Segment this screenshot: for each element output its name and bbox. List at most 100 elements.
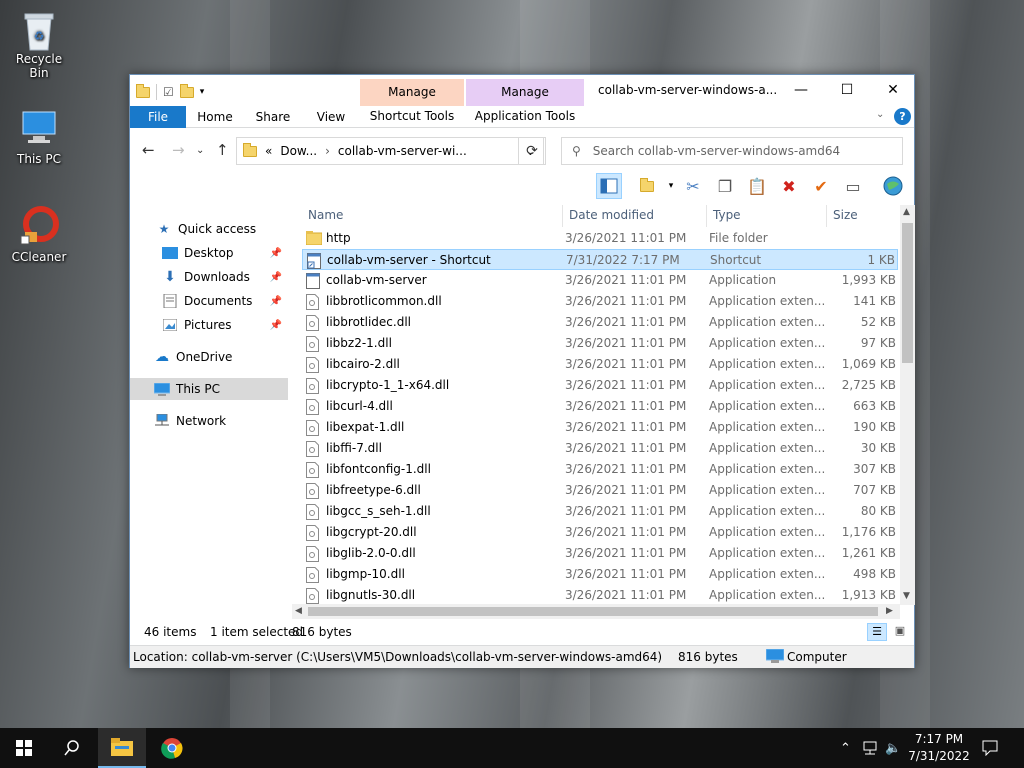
breadcrumb-overflow[interactable]: « [265,144,272,158]
horizontal-scroll-thumb[interactable] [308,607,878,616]
file-row[interactable]: libfontconfig-1.dll 3/26/2021 11:01 PM App… [302,459,898,480]
ccleaner-icon [19,206,59,246]
horizontal-scrollbar[interactable]: ◀ ▶ [292,604,900,619]
delete-icon[interactable]: ✖ [776,173,802,199]
show-hidden-icons[interactable]: ⌃ [840,728,851,768]
file-row[interactable]: libbrotlidec.dll 3/26/2021 11:01 PM Applic… [302,312,898,333]
file-row[interactable]: collab-vm-server - Shortcut 7/31/2022 7:1… [302,249,898,270]
nav-network[interactable]: Network [130,410,288,432]
back-arrow-icon[interactable]: ← [142,141,155,159]
breadcrumb-downloads[interactable]: Dow... [280,144,317,158]
column-header-name[interactable]: Name [308,208,343,222]
file-type: Application exten... [709,441,826,455]
nav-pictures[interactable]: Pictures 📌 [130,314,288,336]
maximize-button[interactable]: ☐ [824,75,870,105]
file-row[interactable]: libglib-2.0-0.dll 3/26/2021 11:01 PM Appli… [302,543,898,564]
file-row[interactable]: libexpat-1.dll 3/26/2021 11:01 PM Applicat… [302,417,898,438]
nav-downloads[interactable]: ⬇ Downloads 📌 [130,266,288,288]
file-row[interactable]: libbz2-1.dll 3/26/2021 11:01 PM Applicatio… [302,333,898,354]
properties-icon[interactable]: ☑ [163,85,174,99]
tab-home[interactable]: Home [192,106,238,128]
nav-onedrive[interactable]: ☁ OneDrive [130,346,288,368]
desktop-icon-recycle-bin[interactable]: ♻ Recycle Bin [8,8,70,80]
file-explorer-icon [111,738,133,756]
file-row[interactable]: http 3/26/2021 11:01 PM File folder [302,228,898,249]
new-item-icon[interactable] [634,173,660,199]
check-icon[interactable]: ✔ [808,173,834,199]
file-row[interactable]: libcurl-4.dll 3/26/2021 11:01 PM Applicati… [302,396,898,417]
file-row[interactable]: collab-vm-server 3/26/2021 11:01 PM Applic… [302,270,898,291]
search-input[interactable]: ⚲ Search collab-vm-server-windows-amd64 [561,137,903,165]
pin-icon[interactable]: 📌 [270,248,282,259]
column-header-date[interactable]: Date modified [569,208,654,222]
nav-label: Pictures [184,318,232,332]
help-icon[interactable]: ? [894,108,911,125]
action-center-button[interactable] [982,728,998,768]
nav-quick-access[interactable]: ★ Quick access [130,218,288,240]
file-row[interactable]: libgcc_s_seh-1.dll 3/26/2021 11:01 PM Appl… [302,501,898,522]
new-folder-icon[interactable] [179,83,194,98]
nav-documents[interactable]: Documents 📌 [130,290,288,312]
large-icons-view-icon[interactable]: ▣ [890,623,910,641]
refresh-button[interactable]: ⟳ [518,137,546,165]
details-view-icon[interactable]: ☰ [867,623,887,641]
scroll-down-icon[interactable]: ▼ [903,591,910,601]
tab-share[interactable]: Share [250,106,296,128]
file-row[interactable]: libbrotlicommon.dll 3/26/2021 11:01 PM App… [302,291,898,312]
paste-icon[interactable]: 📋 [744,173,770,199]
scroll-left-icon[interactable]: ◀ [295,606,302,616]
tab-file[interactable]: File [130,106,186,128]
file-row[interactable]: libcairo-2.dll 3/26/2021 11:01 PM Applicat… [302,354,898,375]
ribbon-expand-icon[interactable]: ⌄ [876,109,884,120]
vertical-scrollbar[interactable]: ▲ ▼ [900,205,915,605]
close-button[interactable]: ✕ [870,75,916,105]
scroll-up-icon[interactable]: ▲ [903,207,910,217]
qat-dropdown-icon[interactable]: ▾ [200,87,205,97]
column-header-size[interactable]: Size [833,208,858,222]
file-row[interactable]: libffi-7.dll 3/26/2021 11:01 PM Applicatio… [302,438,898,459]
start-button[interactable] [0,728,48,768]
taskbar-file-explorer[interactable] [98,728,146,768]
file-row[interactable]: libgmp-10.dll 3/26/2021 11:01 PM Applicati… [302,564,898,585]
nav-desktop[interactable]: Desktop 📌 [130,242,288,264]
recent-locations-icon[interactable]: ⌄ [196,145,204,156]
address-box[interactable]: « Dow... › collab-vm-server-wi... ⌄ [236,137,544,165]
tab-view[interactable]: View [308,106,354,128]
file-size: 1,993 KB [841,273,896,287]
preview-pane-icon[interactable] [596,173,622,199]
pin-icon[interactable]: 📌 [270,296,282,307]
up-arrow-icon[interactable]: ↑ [216,141,229,159]
file-row[interactable]: libgnutls-30.dll 3/26/2021 11:01 PM Applic… [302,585,898,605]
scroll-right-icon[interactable]: ▶ [886,606,893,616]
nav-label: Downloads [184,270,250,284]
taskbar-clock[interactable]: 7:17 PM 7/31/2022 [906,731,972,765]
dll-file-icon [306,294,319,310]
copy-icon[interactable]: ❐ [712,173,738,199]
rename-icon[interactable]: ▭ [840,173,866,199]
file-row[interactable]: libgcrypt-20.dll 3/26/2021 11:01 PM Applic… [302,522,898,543]
network-tray-icon[interactable] [862,728,878,768]
properties-globe-icon[interactable] [880,173,906,199]
pin-icon[interactable]: 📌 [270,272,282,283]
file-type: Application exten... [709,525,826,539]
file-row[interactable]: libcrypto-1_1-x64.dll 3/26/2021 11:01 PM A… [302,375,898,396]
desktop-icon-ccleaner[interactable]: CCleaner [8,206,70,264]
nav-this-pc[interactable]: This PC [130,378,288,400]
context-group-label: Manage [466,79,584,106]
taskbar-chrome[interactable] [148,728,196,768]
minimize-button[interactable]: — [778,75,824,105]
search-button[interactable] [48,728,96,768]
vertical-scroll-thumb[interactable] [902,223,913,363]
volume-tray-icon[interactable]: 🔈 [885,728,901,768]
file-type: Application exten... [709,315,826,329]
file-row[interactable]: libfreetype-6.dll 3/26/2021 11:01 PM Appli… [302,480,898,501]
breadcrumb-chevron-icon[interactable]: › [325,144,330,158]
breadcrumb-current[interactable]: collab-vm-server-wi... [338,144,467,158]
dll-file-icon [306,378,319,394]
cut-icon[interactable]: ✂ [680,173,706,199]
forward-arrow-icon[interactable]: → [172,141,185,159]
desktop-icon-this-pc[interactable]: This PC [8,108,70,166]
dll-file-icon [306,420,319,436]
pin-icon[interactable]: 📌 [270,320,282,331]
column-header-type[interactable]: Type [713,208,741,222]
